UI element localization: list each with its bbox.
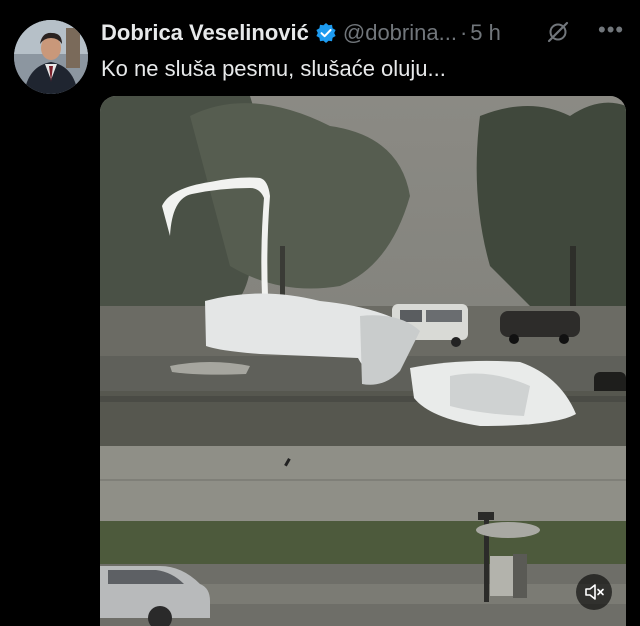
- media-video[interactable]: [100, 96, 626, 626]
- speaker-muted-icon[interactable]: [576, 574, 612, 610]
- more-icon[interactable]: •••: [598, 16, 626, 44]
- avatar[interactable]: [14, 20, 88, 94]
- verified-badge-icon: [315, 22, 337, 44]
- tweet-header: Dobrica Veselinović @dobrina... · 5 h ••…: [101, 16, 626, 48]
- author-handle[interactable]: @dobrina...: [343, 20, 457, 46]
- tweet-text: Ko ne sluša pesmu, slušaće oluju...: [101, 56, 446, 81]
- author-name[interactable]: Dobrica Veselinović: [101, 20, 309, 46]
- timestamp[interactable]: 5 h: [470, 20, 501, 46]
- video-frame: [100, 96, 626, 626]
- grok-icon[interactable]: [546, 20, 570, 44]
- separator-dot: ·: [459, 20, 468, 45]
